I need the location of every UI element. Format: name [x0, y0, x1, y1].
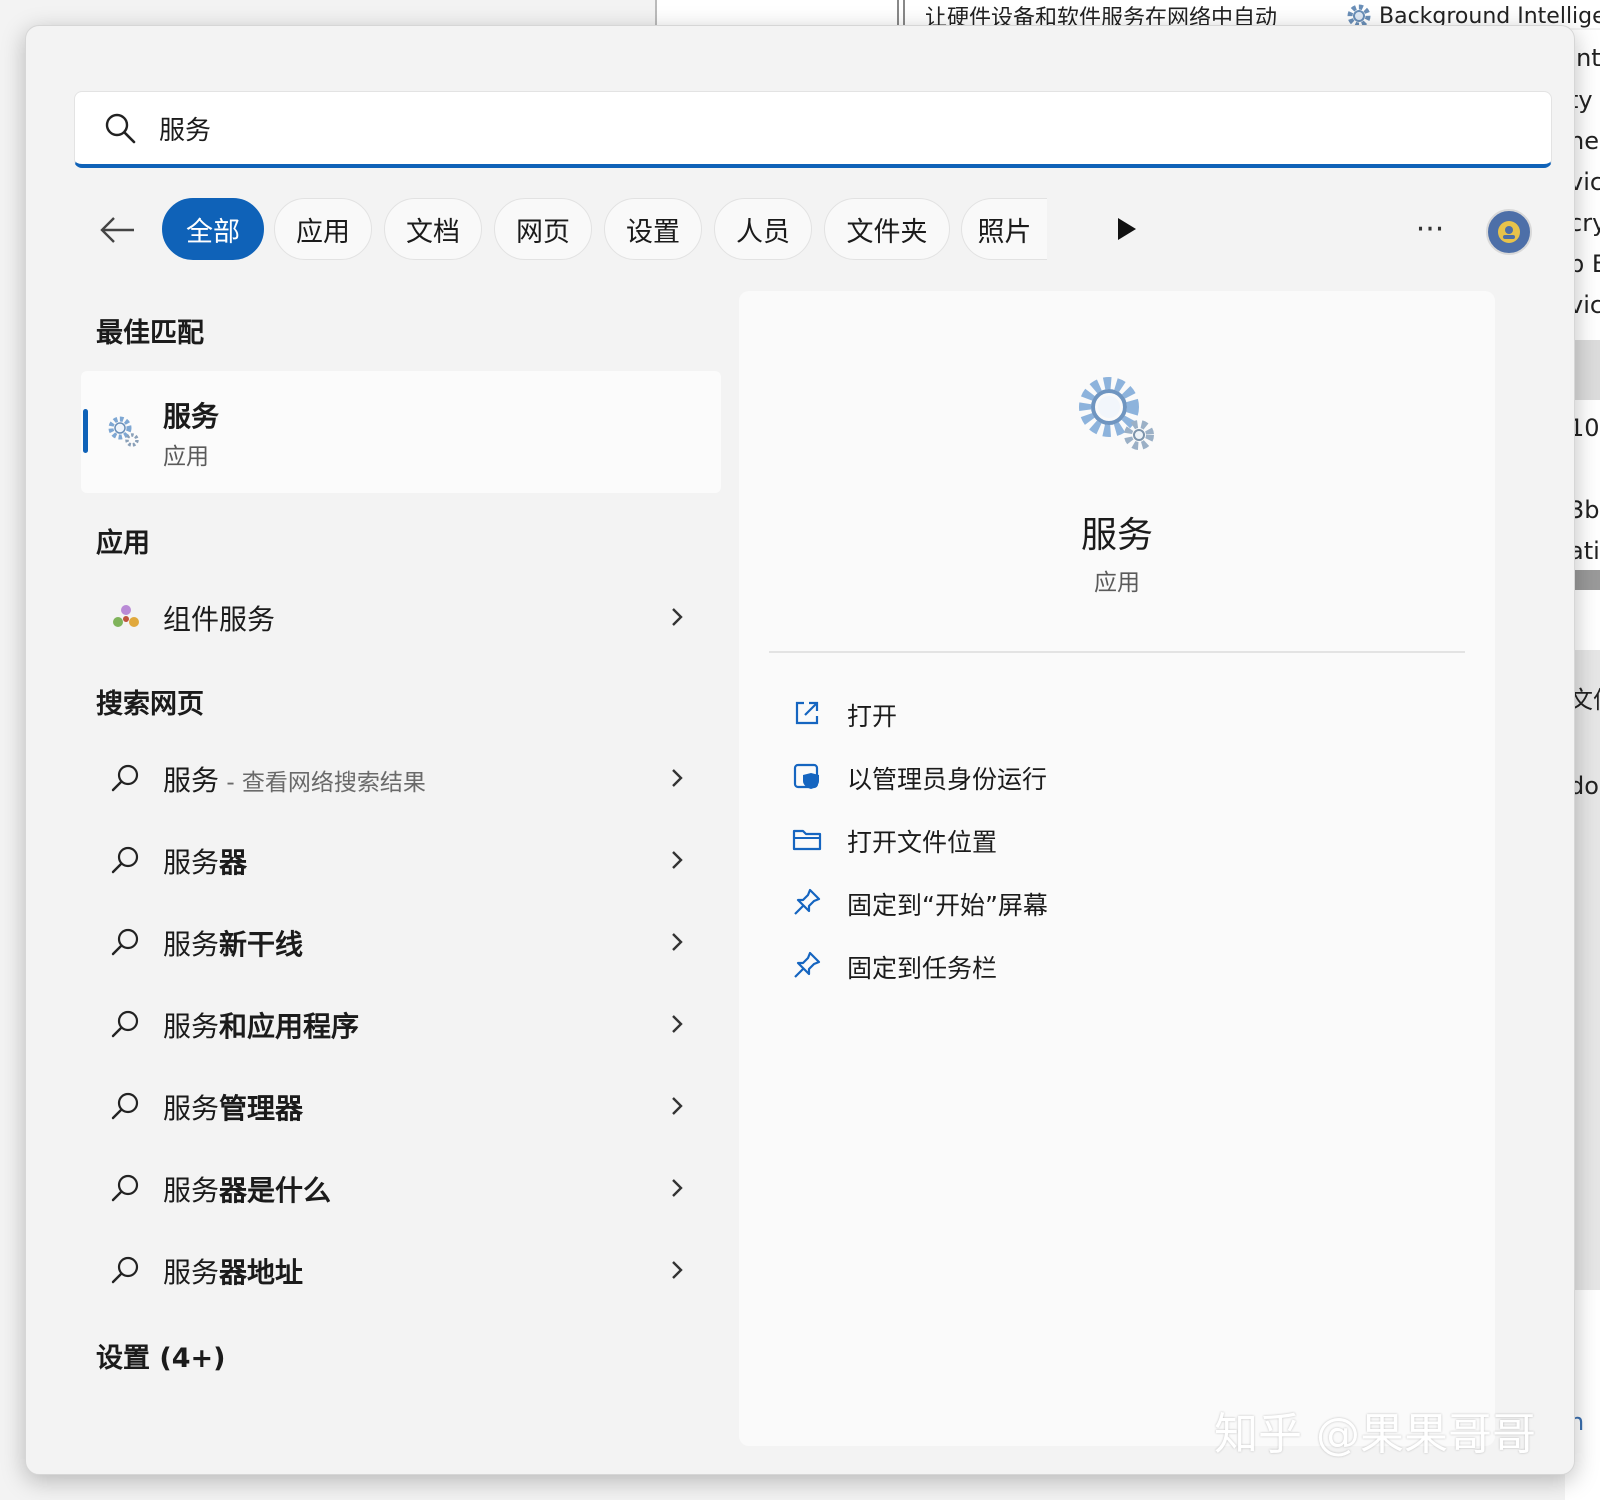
web-result-bold: 管理器 — [219, 1092, 304, 1125]
filter-chip-all[interactable]: 全部 — [162, 198, 264, 260]
filter-chip-documents[interactable]: 文档 — [384, 198, 482, 260]
preview-divider — [769, 651, 1465, 653]
chevron-right-icon — [672, 1261, 683, 1279]
best-match-name: 服务 — [163, 400, 220, 433]
shield-admin-icon — [793, 763, 819, 789]
web-result-item[interactable]: 服务器 — [81, 825, 721, 895]
web-result-prefix: 服务 — [163, 764, 220, 797]
search-icon — [111, 1174, 139, 1202]
web-result-label: 服务和应用程序 — [163, 1005, 359, 1045]
background-header-strip: 让硬件设备和软件服务在网络中自动 Background Intellige — [655, 0, 1600, 31]
avatar[interactable] — [1486, 209, 1532, 255]
preview-subtitle: 应用 — [1094, 570, 1140, 596]
search-icon — [111, 1010, 139, 1038]
filter-bar: 全部 应用 文档 网页 设置 人员 文件夹 照片 ··· — [86, 198, 1556, 262]
web-result-prefix: 服务 — [163, 928, 220, 961]
action-label: 固定到“开始”屏幕 — [847, 891, 1048, 920]
chevron-right-icon — [672, 851, 683, 869]
search-icon — [111, 764, 139, 792]
web-result-sub: - 查看网络搜索结果 — [219, 770, 426, 796]
filter-chip-photos[interactable]: 照片 — [961, 198, 1047, 260]
search-panel: 全部 应用 文档 网页 设置 人员 文件夹 照片 ··· 最佳匹配 服务 应用 — [25, 25, 1575, 1475]
watermark: 知乎 @果果哥哥 — [1214, 1409, 1536, 1460]
web-result-prefix: 服务 — [163, 1256, 220, 1289]
chevron-right-icon — [672, 769, 683, 787]
web-result-item[interactable]: 服务管理器 — [81, 1071, 721, 1141]
web-result-label: 服务器是什么 — [163, 1169, 331, 1209]
filter-chip-apps[interactable]: 应用 — [274, 198, 372, 260]
best-match-type: 应用 — [163, 444, 209, 470]
search-box[interactable] — [74, 91, 1552, 168]
chevron-right-icon — [672, 1097, 683, 1115]
search-icon — [111, 1256, 139, 1284]
web-result-label: 服务器 — [163, 841, 247, 881]
preview-title: 服务 — [1080, 515, 1153, 556]
search-icon — [111, 846, 139, 874]
settings-heading[interactable]: 设置 (4+) — [96, 1336, 226, 1375]
action-pin-to-taskbar[interactable]: 固定到任务栏 — [791, 941, 1451, 991]
web-result-prefix: 服务 — [163, 846, 220, 879]
web-search-heading: 搜索网页 — [96, 689, 204, 720]
action-label: 固定到任务栏 — [847, 954, 998, 983]
action-open-file-location[interactable]: 打开文件位置 — [791, 815, 1451, 865]
web-result-prefix: 服务 — [163, 1010, 220, 1043]
search-input[interactable] — [157, 112, 1461, 144]
web-result-prefix: 服务 — [163, 1092, 220, 1125]
pin-icon — [794, 951, 821, 978]
best-match-item[interactable]: 服务 应用 — [81, 371, 721, 493]
apps-heading: 应用 — [96, 528, 150, 559]
web-result-bold: 器是什么 — [219, 1174, 332, 1207]
scroll-right-icon[interactable] — [1116, 216, 1138, 242]
web-result-item[interactable]: 服务器地址 — [81, 1235, 721, 1305]
search-icon — [105, 113, 136, 144]
services-gear-icon — [1079, 377, 1154, 450]
filter-chip-folders[interactable]: 文件夹 — [824, 198, 950, 260]
folder-icon — [792, 829, 822, 851]
chevron-right-icon — [672, 1015, 683, 1033]
web-result-prefix: 服务 — [163, 1174, 220, 1207]
preview-pane: 服务 应用 打开 以管理员身份运行 打开文件位置 固定到“开始”屏幕 固定到任务… — [739, 291, 1495, 1446]
column-divider — [897, 0, 905, 28]
app-item-label: 组件服务 — [163, 603, 276, 636]
web-result-item[interactable]: 服务 - 查看网络搜索结果 — [81, 743, 721, 813]
pin-icon — [794, 888, 821, 915]
app-item-component-services[interactable]: 组件服务 — [81, 582, 721, 652]
web-result-label: 服务管理器 — [163, 1087, 303, 1127]
action-run-as-admin[interactable]: 以管理员身份运行 — [791, 752, 1451, 802]
web-result-item[interactable]: 服务新干线 — [81, 907, 721, 977]
web-result-bold: 新干线 — [219, 928, 304, 961]
filter-chip-settings[interactable]: 设置 — [604, 198, 702, 260]
action-pin-to-start[interactable]: 固定到“开始”屏幕 — [791, 878, 1451, 928]
action-open[interactable]: 打开 — [791, 689, 1451, 739]
action-label: 打开文件位置 — [847, 828, 998, 857]
filter-chip-web[interactable]: 网页 — [494, 198, 592, 260]
chevron-right-icon — [672, 1179, 683, 1197]
avatar-icon — [1498, 221, 1520, 243]
open-external-icon — [795, 701, 819, 725]
more-options-button[interactable]: ··· — [1408, 212, 1452, 248]
services-gear-icon — [108, 416, 139, 447]
web-result-bold: 器 — [219, 846, 248, 879]
action-label: 以管理员身份运行 — [847, 765, 1048, 794]
web-result-bold: 器地址 — [219, 1256, 304, 1289]
filter-chip-people[interactable]: 人员 — [714, 198, 812, 260]
component-services-icon — [113, 605, 139, 627]
web-result-item[interactable]: 服务器是什么 — [81, 1153, 721, 1223]
web-result-bold: 和应用程序 — [219, 1010, 360, 1043]
web-result-item[interactable]: 服务和应用程序 — [81, 989, 721, 1059]
web-result-label: 服务新干线 — [163, 923, 303, 963]
web-result-label: 服务 - 查看网络搜索结果 — [163, 759, 426, 799]
action-label: 打开 — [847, 702, 898, 731]
web-result-label: 服务器地址 — [163, 1251, 303, 1291]
chevron-right-icon — [672, 608, 683, 626]
chevron-right-icon — [672, 933, 683, 951]
selection-indicator — [83, 409, 88, 453]
back-arrow-icon[interactable] — [96, 208, 140, 252]
search-icon — [111, 1092, 139, 1120]
search-icon — [111, 928, 139, 956]
best-match-heading: 最佳匹配 — [96, 318, 204, 349]
